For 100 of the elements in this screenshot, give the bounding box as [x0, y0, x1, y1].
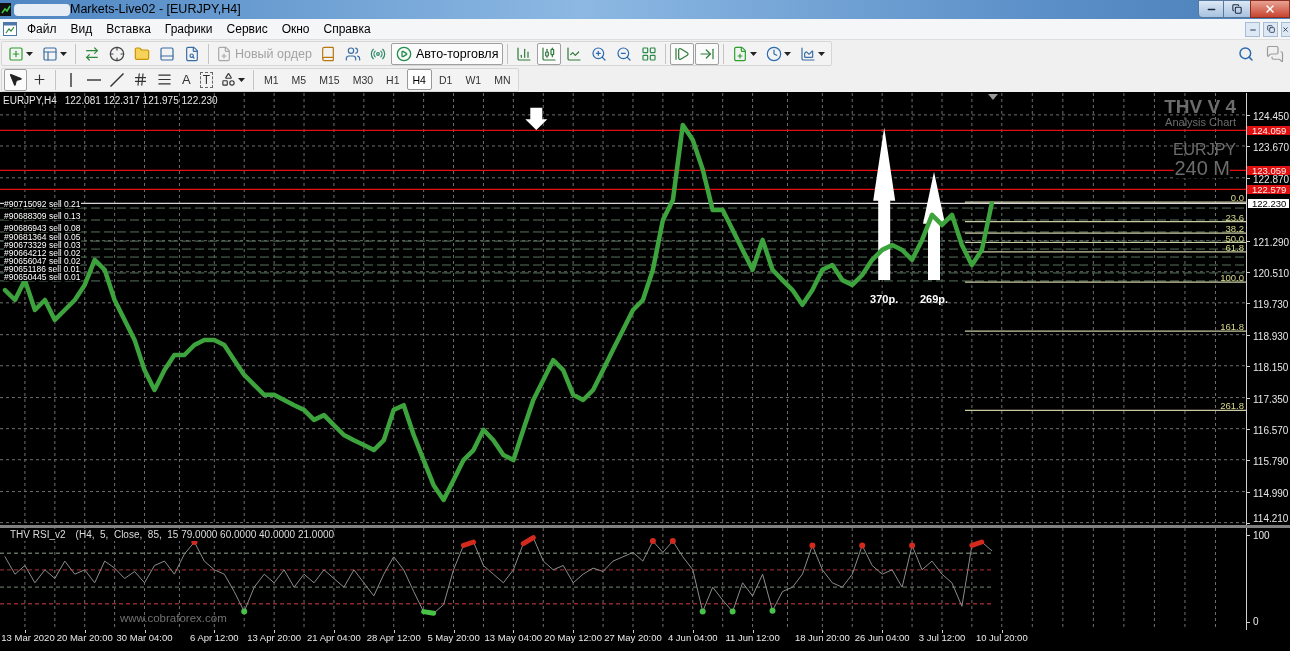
timeframe-button[interactable]: MN	[488, 69, 517, 90]
arrows-icon	[84, 45, 100, 62]
menu-item[interactable]: Вставка	[99, 19, 158, 39]
overlay-period: 240 M	[1174, 158, 1230, 178]
fibonacci-level-label: 50.0	[1225, 233, 1244, 243]
price-axis-label: 116.570	[1253, 425, 1289, 436]
vertical-line-icon	[70, 72, 72, 87]
order-label: #90686943 sell 0.08	[4, 223, 81, 232]
search-button[interactable]	[1238, 45, 1254, 62]
chat-button[interactable]	[1266, 44, 1284, 63]
time-axis-label: 28 Apr 12:00	[366, 632, 421, 644]
price-axis-label: 121.290	[1253, 237, 1290, 248]
overlay-symbol: EURJPY	[1172, 142, 1236, 158]
play-icon	[395, 45, 412, 62]
restore-button[interactable]	[1263, 21, 1278, 37]
fibonacci-level-label: 100.0	[1220, 273, 1244, 283]
menu-item[interactable]: Вид	[63, 19, 100, 39]
overbought-mark	[461, 539, 476, 548]
price-axis-label: 114.210	[1253, 514, 1289, 524]
candlestick-button[interactable]	[537, 42, 562, 65]
menu-item[interactable]: Окно	[274, 19, 317, 39]
price-level-label: 123.059	[1247, 165, 1290, 175]
window-title: Markets-Live02 - [EURJPY,H4]	[70, 2, 241, 17]
fibonacci-level-label: 261.8	[1220, 401, 1244, 411]
price-axis-label: 123.670	[1253, 142, 1290, 153]
panel-icon	[159, 45, 175, 62]
menu-item[interactable]: Файл	[20, 19, 64, 39]
price-axis-label: 122.870	[1253, 174, 1290, 185]
time-axis-label: 13 May 04:00	[484, 632, 543, 644]
indicator-axis-label: 0	[1253, 616, 1259, 628]
indicator-parameters: (H4, 5, Close, 85, 15 79.0000 60.0000 40.0000 21.0000	[75, 529, 335, 541]
fibonacci-level-label: 61.8	[1225, 242, 1244, 252]
chart-symbol: EURJPY,H4	[3, 95, 57, 107]
cursor-button[interactable]	[4, 68, 27, 91]
crosshair-icon	[32, 72, 47, 87]
timeframe-button[interactable]: H1	[380, 69, 406, 90]
time-axis-label: 20 May 12:00	[544, 632, 602, 644]
auto-trading-button[interactable]: Авто-торговля	[390, 42, 504, 65]
timeframe-button[interactable]: H4	[406, 69, 432, 90]
app-icon	[0, 3, 11, 16]
fibonacci-level-label: 38.2	[1225, 224, 1244, 234]
arrow-label: 269p.	[919, 293, 949, 307]
order-label: #90651186 sell 0.01	[4, 264, 80, 273]
time-axis-label: 3 Jul 12:00	[918, 632, 966, 644]
chart-shift-button[interactable]	[695, 42, 720, 65]
close-button[interactable]	[1250, 0, 1290, 18]
document-search-icon	[184, 45, 200, 62]
maximize-button[interactable]	[1224, 0, 1250, 18]
time-axis-label: 21 Apr 04:00	[307, 632, 361, 644]
auto-scroll-button[interactable]	[670, 42, 695, 65]
overbought-mark	[669, 538, 676, 545]
time-axis-label: 4 Jun 04:00	[667, 632, 718, 644]
document-plus-icon	[216, 45, 232, 62]
minimize-button[interactable]	[1245, 21, 1260, 37]
zoom-out-icon	[616, 45, 633, 62]
oversold-mark	[729, 608, 736, 615]
timeframe-button[interactable]: M1	[258, 69, 285, 90]
indicator-axis-label: 100	[1253, 529, 1270, 541]
fibonacci-level-label: 0.0	[1230, 193, 1244, 203]
arrow-label: 370p.	[870, 293, 899, 307]
caret-icon	[238, 77, 245, 82]
indicator-name: THV RSI_v2	[10, 529, 66, 541]
menu-item[interactable]: Графики	[157, 19, 220, 39]
time-axis-label: 10 Jul 20:00	[975, 632, 1028, 644]
clock-icon	[766, 45, 783, 62]
timeframe-button[interactable]: M30	[346, 69, 380, 90]
order-label: #90681364 sell 0.05	[4, 233, 81, 242]
oversold-mark	[769, 607, 776, 614]
timeframe-button[interactable]: M5	[285, 69, 313, 90]
fibonacci-level-label: 161.8	[1220, 322, 1244, 332]
order-label: #90650445 sell 0.01	[4, 272, 81, 281]
menu-item[interactable]: Сервис	[219, 19, 275, 39]
oversold-mark	[699, 608, 706, 615]
overlay-subtitle: Analysis Chart	[1165, 117, 1236, 128]
time-axis-label: 5 May 20:00	[427, 632, 480, 644]
timeframe-button[interactable]: M15	[313, 69, 346, 90]
restore-icon	[1232, 4, 1242, 14]
down-arrow-icon	[525, 107, 548, 130]
timeframe-button[interactable]: W1	[459, 69, 488, 90]
people-icon	[344, 45, 361, 62]
close-button[interactable]	[1281, 21, 1290, 37]
area-chart-icon	[800, 45, 817, 62]
text-label-tool-button[interactable]: T	[199, 71, 213, 88]
shapes-icon	[221, 72, 236, 87]
price-axis-label: 120.510	[1253, 268, 1290, 279]
order-label: #90715092 sell 0.21	[4, 200, 81, 209]
price-axis-label: 115.790	[1253, 456, 1289, 467]
time-axis-label: 6 Apr 12:00	[190, 632, 239, 644]
lines-icon	[157, 72, 172, 87]
menu-item[interactable]: Справка	[316, 19, 378, 39]
text-tool-button[interactable]: A	[177, 68, 196, 91]
price-axis-label: 114.990	[1253, 488, 1289, 499]
order-label: #90664212 sell 0.02	[4, 249, 81, 258]
current-price-label: 122.230	[1247, 197, 1290, 209]
minimize-button[interactable]	[1198, 0, 1224, 18]
timeframe-button[interactable]: D1	[432, 69, 459, 90]
price-axis-label: 118.150	[1253, 362, 1289, 373]
fibonacci-level-label: 23.6	[1225, 212, 1244, 222]
overbought-mark	[909, 542, 916, 549]
bar-chart-icon	[516, 45, 533, 62]
